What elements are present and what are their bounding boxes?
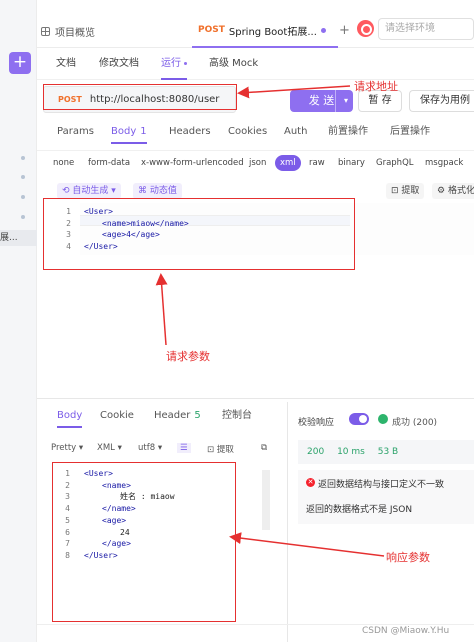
annotation-arrows (155, 85, 385, 557)
arrow-request (155, 273, 168, 346)
annotation-url-label: 请求地址 (354, 80, 398, 93)
arrow-response (229, 532, 385, 557)
footer-divider (37, 624, 474, 625)
arrow-url (237, 85, 351, 99)
annotation-response-label: 响应参数 (386, 551, 430, 564)
watermark: CSDN @Miaow.Y.Hu (362, 626, 450, 636)
annotation-request-label: 请求参数 (166, 350, 210, 363)
